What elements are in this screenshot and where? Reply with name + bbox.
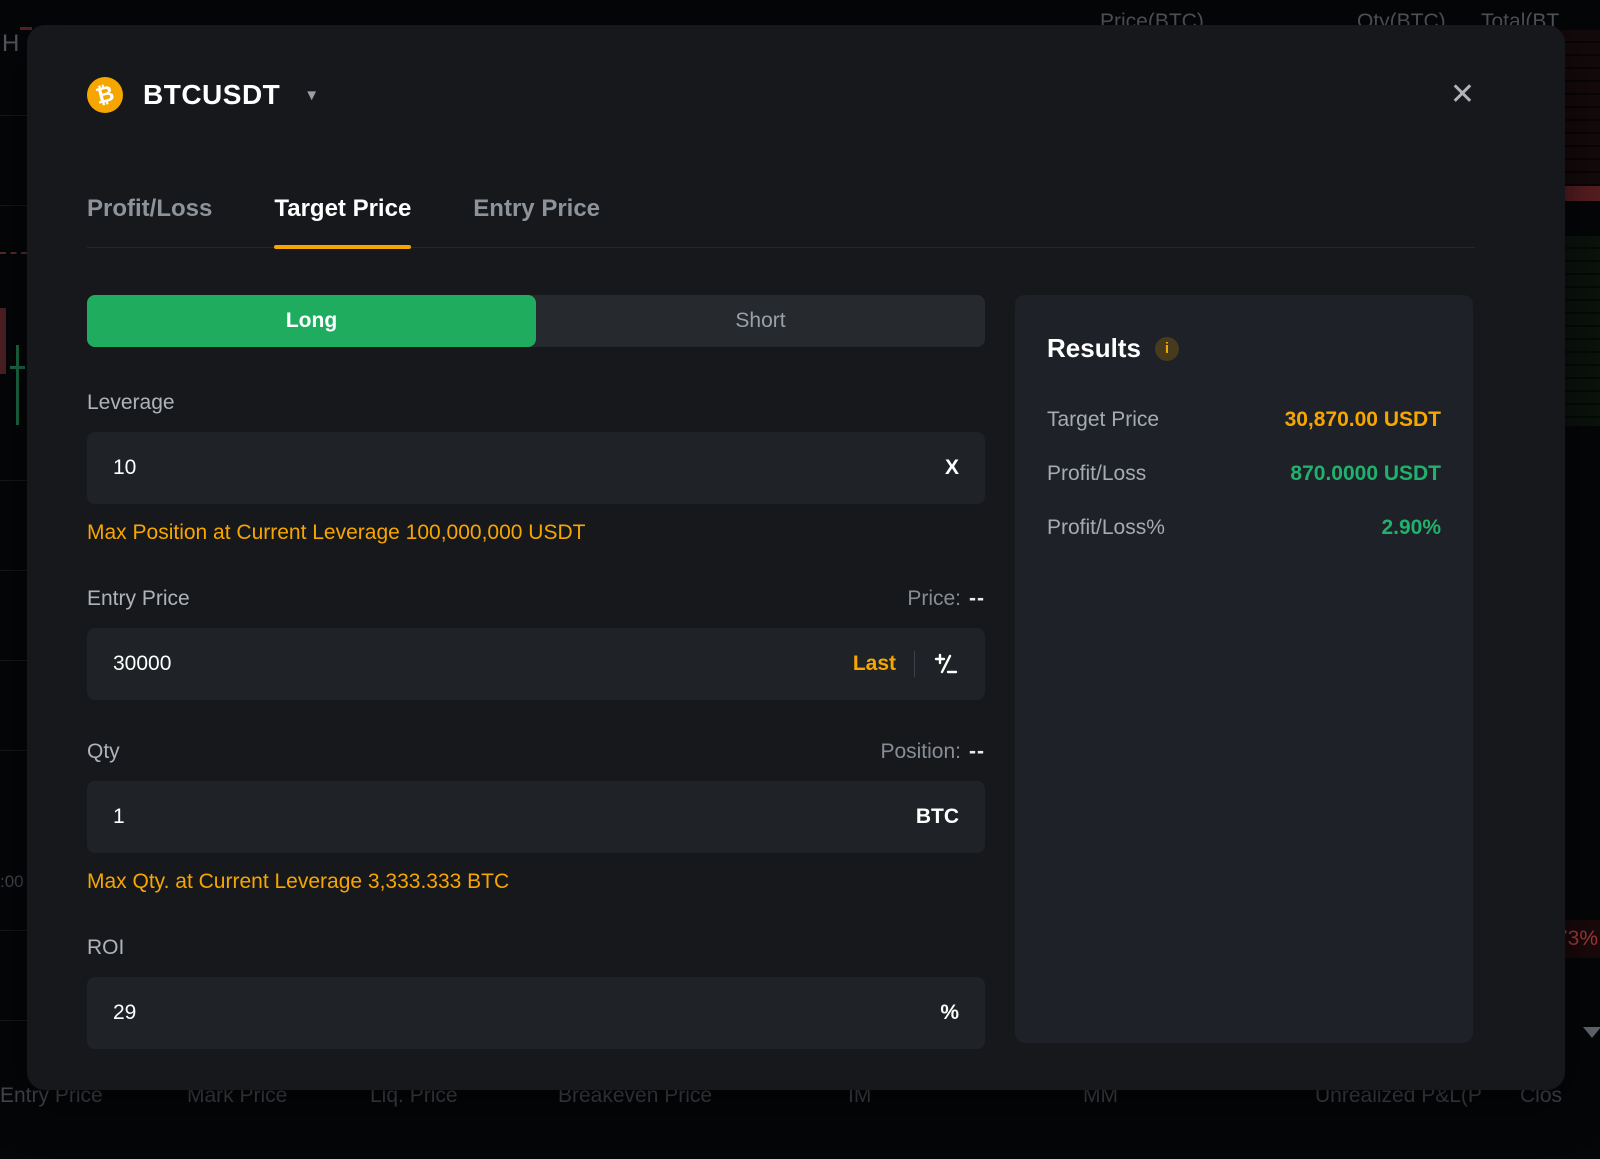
current-price-meta: Price:-- [907, 587, 985, 611]
result-row-target-price: Target Price 30,870.00 USDT [1047, 408, 1441, 432]
profit-loss-pct-result: 2.90% [1381, 516, 1441, 540]
current-price-value: -- [969, 587, 985, 610]
chart-price-line [0, 252, 27, 254]
qty-unit: BTC [916, 805, 959, 829]
calculator-modal: ₿ BTCUSDT ▼ ✕ Profit/Loss Target Price E… [27, 25, 1565, 1090]
leverage-input[interactable] [113, 456, 945, 480]
tab-target-price[interactable]: Target Price [274, 195, 411, 247]
leverage-label: Leverage [87, 391, 175, 415]
results-title: Results [1047, 333, 1141, 364]
btc-coin-icon: ₿ [87, 77, 123, 113]
long-button[interactable]: Long [87, 295, 536, 347]
qty-field: BTC [87, 781, 985, 853]
use-last-price-button[interactable]: Last [853, 652, 896, 676]
tab-profit-loss[interactable]: Profit/Loss [87, 195, 212, 247]
symbol-title: BTCUSDT [143, 79, 280, 111]
qty-input[interactable] [113, 805, 916, 829]
result-row-profit-loss: Profit/Loss 870.0000 USDT [1047, 462, 1441, 486]
info-icon[interactable]: i [1155, 337, 1179, 361]
profit-loss-result: 870.0000 USDT [1290, 462, 1441, 486]
roi-label: ROI [87, 936, 124, 960]
results-panel: Results i Target Price 30,870.00 USDT Pr… [1015, 295, 1473, 1043]
symbol-dropdown-icon[interactable]: ▼ [304, 87, 319, 104]
target-price-result: 30,870.00 USDT [1285, 408, 1441, 432]
chart-candle-green [16, 345, 19, 425]
result-row-profit-loss-pct: Profit/Loss% 2.90% [1047, 516, 1441, 540]
max-position-note: Max Position at Current Leverage 100,000… [87, 521, 985, 545]
roi-unit: % [940, 1001, 959, 1025]
max-qty-note: Max Qty. at Current Leverage 3,333.333 B… [87, 870, 985, 894]
chart-time-axis-label: :00 [0, 872, 24, 892]
side-toggle: Long Short [87, 295, 985, 347]
scroll-down-icon [1583, 1027, 1600, 1038]
chart-red-tick [20, 27, 32, 30]
entry-price-field: Last [87, 628, 985, 700]
tab-entry-price[interactable]: Entry Price [473, 195, 600, 247]
leverage-field: X [87, 432, 985, 504]
roi-input[interactable] [113, 1001, 940, 1025]
chart-partial-label: H [2, 30, 19, 58]
entry-price-label: Entry Price [87, 587, 190, 611]
leverage-unit: X [945, 456, 959, 480]
qty-label: Qty [87, 740, 120, 764]
chart-candle-red [0, 308, 6, 374]
calculator-tabs: Profit/Loss Target Price Entry Price [87, 195, 1475, 248]
short-button[interactable]: Short [536, 295, 985, 347]
plus-minus-toggle-icon[interactable] [933, 651, 959, 677]
close-icon[interactable]: ✕ [1450, 80, 1475, 110]
position-value: -- [969, 740, 985, 763]
modal-header: ₿ BTCUSDT ▼ ✕ [87, 77, 1475, 113]
calculator-form: Long Short Leverage X Max Position at Cu… [87, 295, 985, 1049]
position-meta: Position:-- [880, 740, 985, 764]
roi-field: % [87, 977, 985, 1049]
entry-price-input[interactable] [113, 652, 853, 676]
